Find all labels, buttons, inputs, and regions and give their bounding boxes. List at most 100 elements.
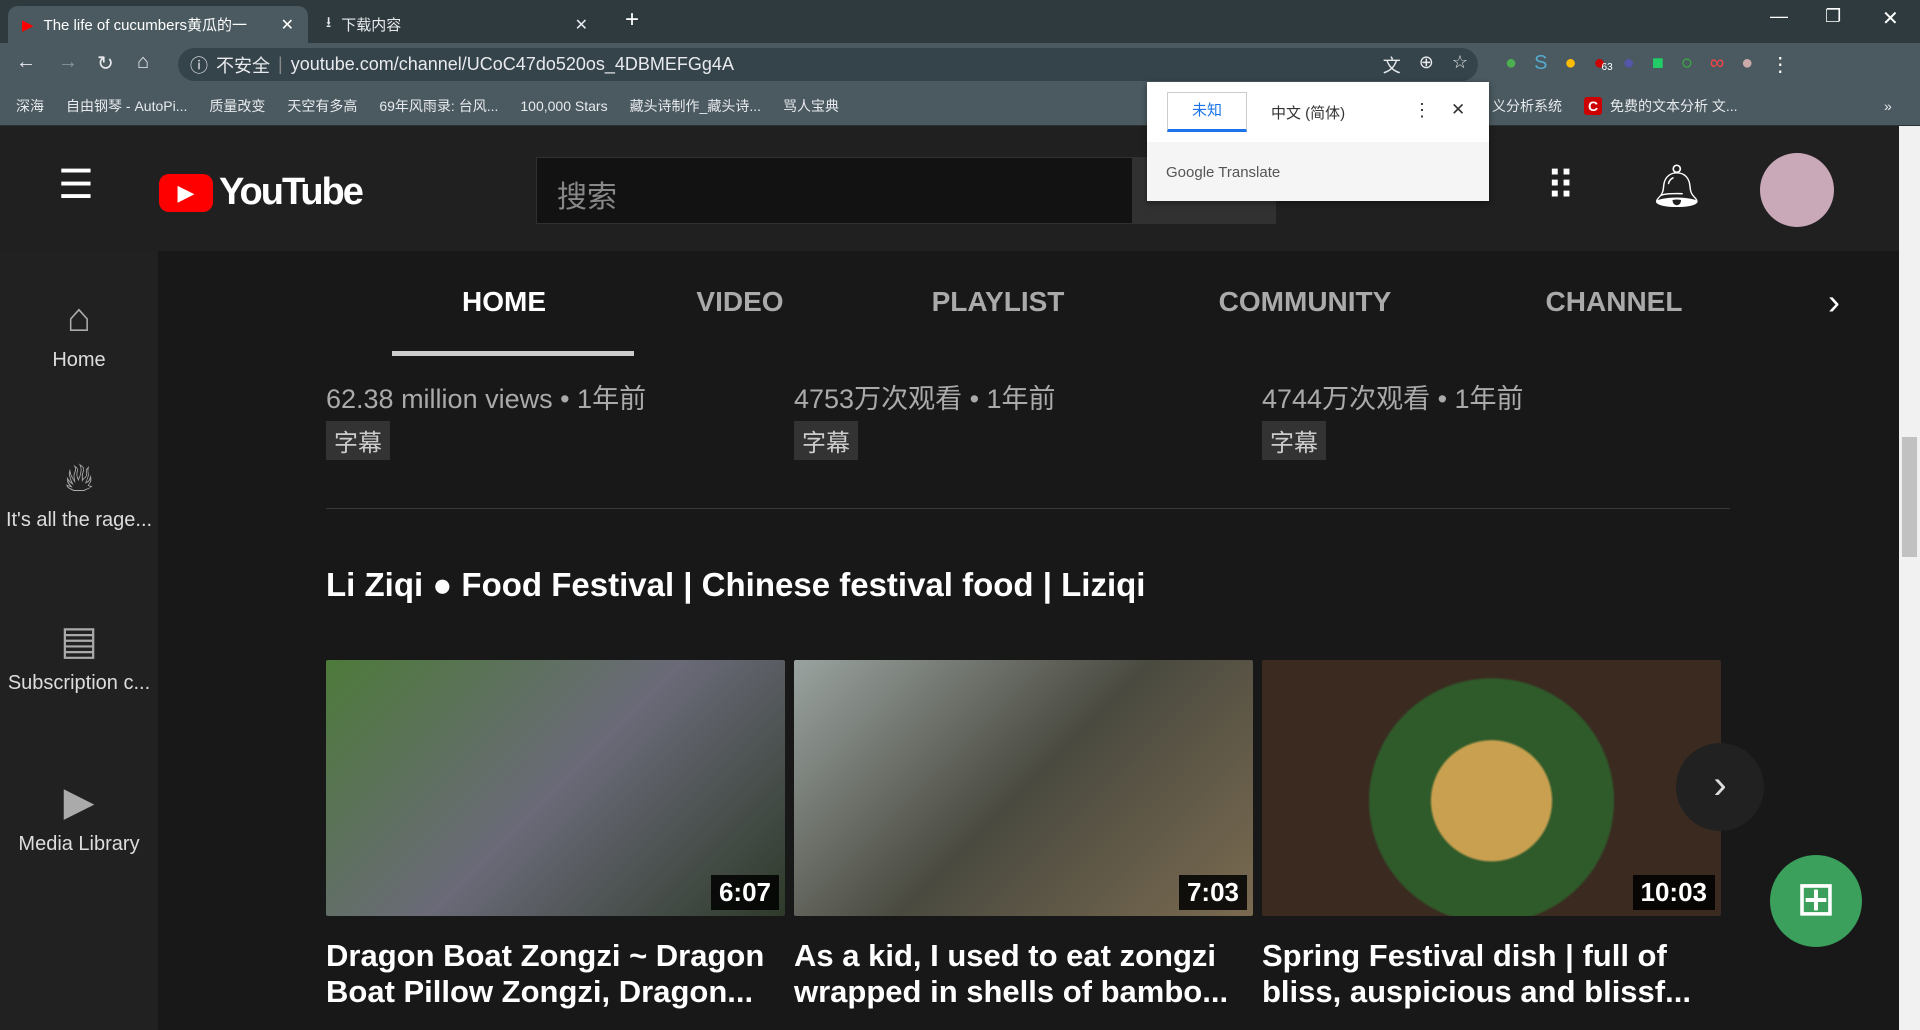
- bookmark[interactable]: 免费的文本分析 文...: [1610, 86, 1738, 126]
- adblock-icon[interactable]: ● 63: [1594, 52, 1613, 77]
- scrollbar[interactable]: [1899, 126, 1920, 1030]
- hamburger-menu-icon[interactable]: ☰: [58, 162, 94, 208]
- channel-tabs: HOME VIDEO PLAYLIST COMMUNITY CHANNEL ›: [158, 251, 1899, 356]
- bookmark[interactable]: 自由钢琴 - AutoPi...: [66, 96, 187, 116]
- bookmark[interactable]: 天空有多高: [287, 96, 357, 116]
- url-text[interactable]: youtube.com/channel/UCoC47do520os_4DBMEF…: [291, 54, 734, 75]
- sidebar-item-label: It's all the rage...: [5, 509, 153, 531]
- translate-footer: Google Translate: [1147, 142, 1489, 201]
- bookmark[interactable]: 藏头诗制作_藏头诗...: [630, 96, 761, 116]
- minimize-button[interactable]: —: [1770, 6, 1788, 27]
- close-tab-icon[interactable]: ✕: [281, 15, 294, 35]
- tab-youtube[interactable]: ▶ The life of cucumbers黄瓜的一 ✕: [8, 6, 308, 43]
- extension-icon[interactable]: ○: [1681, 52, 1693, 77]
- zoom-icon[interactable]: ⊕: [1419, 52, 1434, 78]
- home-icon: ⌂: [66, 296, 92, 340]
- youtube-header: ☰ ▶ YouTube 搜索 ⠿ 🔔︎: [0, 126, 1900, 251]
- active-tab-indicator: [392, 351, 634, 356]
- extension-icon[interactable]: ●: [1505, 52, 1517, 77]
- bookmark[interactable]: 骂人宝典: [783, 96, 839, 116]
- avatar[interactable]: [1760, 153, 1834, 227]
- sidebar-item-label: Subscription c...: [7, 672, 151, 694]
- extension-icon[interactable]: ∞: [1710, 52, 1724, 77]
- tab-playlist[interactable]: PLAYLIST: [932, 286, 1065, 318]
- tab-community[interactable]: COMMUNITY: [1219, 286, 1392, 318]
- more-bookmarks[interactable]: »: [1884, 86, 1892, 126]
- video-thumbnail[interactable]: 10:03: [1262, 660, 1721, 916]
- fire-icon: 🔥︎: [64, 456, 94, 500]
- close-window-button[interactable]: ✕: [1882, 6, 1899, 31]
- chrome-extension-icon[interactable]: ●: [1564, 52, 1576, 77]
- video-title[interactable]: Spring Festival dish | full of bliss, au…: [1262, 938, 1721, 1010]
- sidebar-item-trending[interactable]: 🔥︎ It's all the rage...: [0, 456, 158, 532]
- home-icon[interactable]: ⌂: [137, 51, 149, 74]
- info-icon[interactable]: ⓘ: [190, 52, 208, 78]
- video-stats: 62.38 million views • 1年前: [326, 384, 647, 414]
- sidebar-item-library[interactable]: ▶︎ Media Library: [0, 779, 158, 856]
- extension-icon[interactable]: S: [1534, 52, 1547, 77]
- logo-text: YouTube: [219, 171, 364, 213]
- new-tab-button[interactable]: +: [625, 6, 639, 34]
- tab-title: The life of cucumbers黄瓜的一: [43, 17, 247, 34]
- video-thumbnail[interactable]: 6:07: [326, 660, 785, 916]
- more-options-icon[interactable]: ⋮: [1413, 100, 1431, 121]
- tab-channel[interactable]: CHANNEL: [1546, 286, 1683, 318]
- sidebar-item-subscriptions[interactable]: ▤ Subscription c...: [0, 618, 158, 695]
- bookmark[interactable]: 质量改变: [209, 96, 265, 116]
- subtitle-badge: 字幕: [794, 421, 858, 460]
- tab-title: 下载内容: [341, 17, 402, 34]
- target-language-tab[interactable]: 中文 (简体): [1271, 102, 1345, 123]
- bookmark[interactable]: 义分析系统: [1492, 86, 1562, 126]
- floating-apps-button[interactable]: ⊞: [1770, 855, 1862, 947]
- video-duration: 10:03: [1632, 875, 1715, 910]
- library-icon: ▶︎: [63, 780, 95, 824]
- bookmarks-bar: 深海 自由钢琴 - AutoPi... 质量改变 天空有多高 69年风雨录: 台…: [0, 86, 1920, 126]
- video-title[interactable]: Dragon Boat Zongzi ~ Dragon Boat Pillow …: [326, 938, 785, 1010]
- download-icon: ⭳: [326, 14, 332, 31]
- forward-icon[interactable]: →: [58, 51, 78, 74]
- extension-icon[interactable]: ●: [1623, 52, 1635, 77]
- carousel-next-button[interactable]: ›: [1676, 743, 1764, 831]
- subscriptions-icon: ▤: [60, 619, 98, 663]
- close-icon[interactable]: ✕: [1451, 100, 1465, 120]
- apps-grid-icon[interactable]: ⠿: [1546, 164, 1575, 210]
- section-title[interactable]: Li Ziqi ● Food Festival | Chinese festiv…: [326, 566, 1145, 604]
- subtitle-badge: 字幕: [1262, 421, 1326, 460]
- search-input[interactable]: 搜索: [536, 157, 1133, 224]
- menu-icon[interactable]: ⋮: [1770, 52, 1790, 77]
- video-stats: 4753万次观看 • 1年前: [794, 384, 1056, 414]
- video-duration: 7:03: [1178, 875, 1247, 910]
- bookmark[interactable]: 深海: [16, 96, 44, 116]
- bookmark[interactable]: 100,000 Stars: [520, 98, 607, 114]
- translate-icon[interactable]: 文: [1383, 52, 1401, 78]
- google-translate-popup: 未知 中文 (简体) ⋮ ✕ Google Translate: [1147, 82, 1489, 201]
- extension-badge: 63: [1601, 62, 1613, 73]
- tab-home[interactable]: HOME: [462, 286, 546, 318]
- sidebar-item-home[interactable]: ⌂ Home: [0, 296, 158, 372]
- sidebar-item-label: Home: [52, 349, 106, 371]
- reload-icon[interactable]: ↻: [97, 51, 114, 76]
- video-title[interactable]: As a kid, I used to eat zongzi wrapped i…: [794, 938, 1253, 1010]
- chevron-right-icon[interactable]: ›: [1828, 281, 1840, 323]
- bookmark[interactable]: 69年风雨录: 台风...: [379, 96, 498, 116]
- extension-icon[interactable]: ■: [1652, 52, 1664, 77]
- restore-button[interactable]: ❐: [1825, 6, 1841, 27]
- youtube-logo[interactable]: ▶ YouTube: [159, 171, 364, 214]
- tab-video[interactable]: VIDEO: [696, 286, 783, 318]
- tab-downloads[interactable]: ⭳ 下载内容 ✕: [312, 6, 602, 43]
- subtitle-badge: 字幕: [326, 421, 390, 460]
- youtube-play-icon: ▶: [159, 173, 213, 212]
- video-stats: 4744万次观看 • 1年前: [1262, 384, 1524, 414]
- notifications-bell-icon[interactable]: 🔔︎: [1650, 162, 1703, 211]
- sidebar-item-label: Media Library: [18, 833, 140, 855]
- security-label: 不安全: [216, 55, 270, 76]
- sidebar: ⌂ Home 🔥︎ It's all the rage... ▤ Subscripti…: [0, 251, 158, 1030]
- scrollbar-thumb[interactable]: [1902, 437, 1917, 557]
- video-thumbnail[interactable]: 7:03: [794, 660, 1253, 916]
- address-bar[interactable]: ⓘ 不安全 | youtube.com/channel/UCoC47do520o…: [178, 48, 1478, 81]
- back-icon[interactable]: ←: [16, 51, 36, 74]
- close-tab-icon[interactable]: ✕: [575, 15, 588, 35]
- bookmark-star-icon[interactable]: ☆: [1452, 52, 1468, 78]
- profile-avatar[interactable]: ●: [1741, 52, 1753, 77]
- source-language-tab[interactable]: 未知: [1167, 92, 1247, 132]
